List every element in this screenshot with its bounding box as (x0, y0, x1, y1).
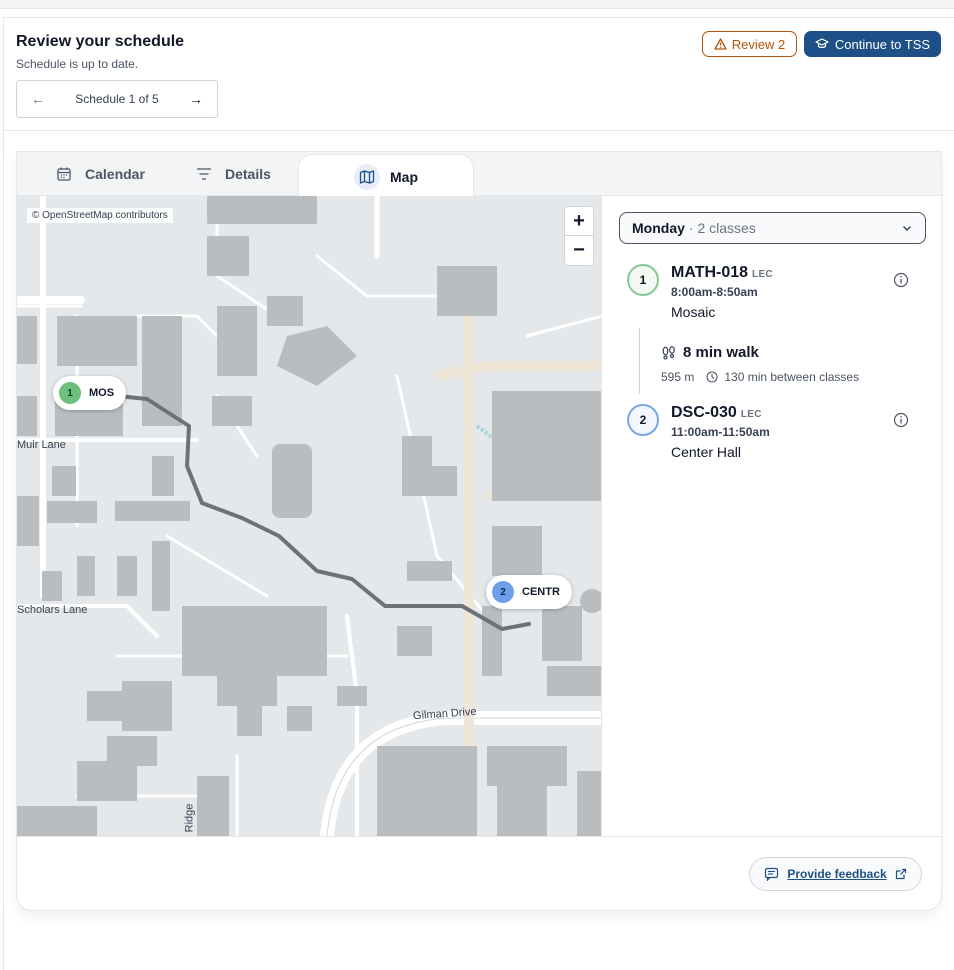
class-number-badge: 2 (627, 404, 659, 436)
schedule-counter: Schedule 1 of 5 (75, 92, 159, 106)
campus-map[interactable]: © OpenStreetMap contributors + − Muir La… (17, 196, 602, 836)
marker-number: 2 (492, 581, 514, 603)
arrow-right-icon[interactable]: → (189, 92, 203, 106)
class-time: 8:00am-8:50am (671, 285, 758, 299)
class-code-text: DSC-030 (671, 404, 737, 421)
road-label-muir-lane: Muir Lane (17, 439, 66, 451)
tab-map-label: Map (390, 168, 418, 185)
tab-calendar[interactable]: Calendar (53, 152, 145, 196)
tab-bar: Calendar Details Map (17, 152, 941, 198)
zoom-out-button[interactable]: − (565, 236, 593, 265)
filter-lines-icon (193, 163, 215, 185)
card-footer-divider (17, 836, 941, 837)
tab-details-label: Details (225, 166, 271, 182)
class-code: DSC-030 LEC (671, 404, 762, 422)
class-count: · 2 classes (688, 220, 756, 236)
tab-calendar-label: Calendar (85, 166, 145, 182)
map-marker-2[interactable]: 2 CENTR (486, 575, 572, 609)
road-label-ridge: Ridge (183, 803, 196, 833)
class-type: LEC (740, 409, 762, 420)
review-button[interactable]: Review 2 (702, 31, 797, 57)
page-subtitle: Schedule is up to date. (16, 57, 139, 71)
graduation-cap-icon (815, 38, 829, 49)
feedback-label: Provide feedback (787, 867, 887, 881)
continue-to-tss-button[interactable]: Continue to TSS (804, 31, 941, 57)
top-strip (0, 0, 954, 9)
page-title: Review your schedule (16, 33, 185, 50)
marker-label: CENTR (522, 586, 560, 598)
walk-meta: 595 m 130 min between classes (661, 370, 859, 384)
warning-icon (714, 38, 727, 50)
walk-between: 130 min between classes (724, 370, 860, 384)
marker-number: 1 (59, 382, 81, 404)
class-number-badge: 1 (627, 264, 659, 296)
walk-connector (639, 328, 640, 394)
day-select-value: Monday (632, 220, 685, 236)
review-button-label: Review 2 (731, 36, 786, 52)
header-divider (3, 130, 954, 131)
class-code-text: MATH-018 (671, 264, 749, 281)
marker-label: MOS (89, 387, 115, 399)
class-location: Mosaic (671, 304, 716, 320)
message-icon (765, 867, 779, 881)
external-link-icon (895, 868, 906, 880)
day-panel: Monday · 2 classes 1 MATH-018 LEC 8:00am-… (602, 196, 941, 836)
info-icon[interactable] (893, 272, 909, 288)
provide-feedback-button[interactable]: Provide feedback (749, 857, 922, 891)
schedule-navigator: ← Schedule 1 of 5 → (16, 80, 218, 118)
zoom-in-button[interactable]: + (565, 207, 593, 236)
chevron-down-icon (901, 221, 913, 237)
continue-button-label: Continue to TSS (834, 36, 931, 52)
walk-title-text: 8 min walk (683, 344, 759, 361)
walk-duration: 8 min walk (661, 344, 759, 361)
map-marker-1[interactable]: 1 MOS (53, 376, 127, 410)
calendar-icon (53, 163, 75, 185)
class-type: LEC (752, 269, 773, 280)
footsteps-icon (662, 345, 675, 360)
walk-distance: 595 m (661, 370, 695, 384)
zoom-controls: + − (564, 206, 594, 266)
class-time: 11:00am-11:50am (671, 425, 770, 439)
map-canvas (17, 196, 601, 836)
map-attribution: © OpenStreetMap contributors (27, 208, 173, 223)
tab-details[interactable]: Details (193, 152, 271, 196)
schedule-card: Calendar Details Map © OpenStreetMap con… (16, 151, 942, 911)
road-label-scholars-lane: Scholars Lane (17, 604, 88, 616)
day-select[interactable]: Monday · 2 classes (619, 212, 926, 244)
clock-icon (706, 371, 718, 383)
tab-map[interactable]: Map (298, 154, 474, 198)
class-code: MATH-018 LEC (671, 264, 773, 282)
class-location: Center Hall (671, 444, 742, 460)
map-icon (354, 163, 380, 190)
info-icon[interactable] (893, 412, 909, 428)
arrow-left-icon[interactable]: ← (31, 92, 45, 106)
